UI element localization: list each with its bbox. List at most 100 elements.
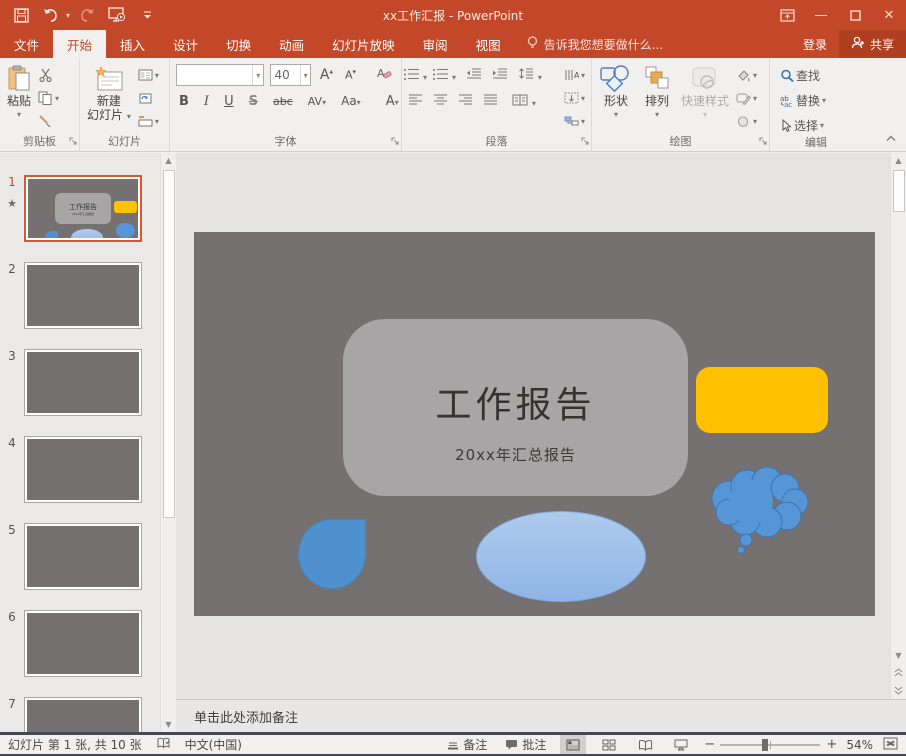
- thumbnail-slide-6[interactable]: 6: [0, 610, 160, 677]
- teardrop-shape[interactable]: [298, 519, 366, 589]
- underline-button[interactable]: U: [221, 94, 237, 109]
- zoom-slider[interactable]: − +: [704, 737, 836, 752]
- tell-me-box[interactable]: 告诉我您想要做什么...: [515, 30, 675, 58]
- title-placeholder[interactable]: 工作报告 20xx年汇总报告: [343, 319, 688, 496]
- tab-transitions[interactable]: 切换: [212, 30, 265, 58]
- next-slide-button[interactable]: [891, 681, 906, 699]
- text-direction-button[interactable]: A ▾: [562, 65, 587, 85]
- new-slide-button[interactable]: 新建 幻灯片 ▾: [82, 61, 136, 124]
- zoom-in-button[interactable]: +: [826, 737, 836, 752]
- thumbnail-image[interactable]: 工作报告 20xx年汇总报告: [24, 175, 142, 242]
- scroll-down-icon[interactable]: ▼: [161, 717, 177, 732]
- scrollbar-thumb[interactable]: [163, 170, 175, 518]
- paste-button[interactable]: 粘贴 ▾: [2, 61, 36, 122]
- text-shadow-button[interactable]: S: [246, 94, 261, 109]
- spellcheck-icon[interactable]: [156, 737, 171, 753]
- shape-fill-button[interactable]: ▾: [734, 65, 759, 85]
- tab-slideshow[interactable]: 幻灯片放映: [318, 30, 409, 58]
- maximize-icon[interactable]: [838, 0, 872, 30]
- tab-animations[interactable]: 动画: [265, 30, 318, 58]
- collapse-ribbon-icon[interactable]: [886, 131, 896, 145]
- copy-button[interactable]: ▾: [36, 88, 61, 108]
- change-case-button[interactable]: Aa▾: [338, 94, 364, 108]
- zoom-slider-thumb[interactable]: [762, 739, 768, 751]
- thumbnail-image[interactable]: [24, 349, 142, 416]
- align-right-button[interactable]: [458, 94, 473, 109]
- paragraph-dialog-launcher-icon[interactable]: [581, 134, 589, 148]
- zoom-percentage[interactable]: 54%: [846, 738, 873, 752]
- columns-button[interactable]: ▾: [512, 94, 536, 109]
- customize-qat-icon[interactable]: [134, 3, 160, 27]
- scrollbar-thumb[interactable]: [893, 170, 905, 212]
- tab-view[interactable]: 视图: [462, 30, 515, 58]
- slide-title[interactable]: 工作报告: [435, 376, 595, 428]
- drawing-dialog-launcher-icon[interactable]: [759, 134, 767, 148]
- ribbon-display-options-icon[interactable]: [770, 0, 804, 30]
- increase-indent-button[interactable]: [492, 68, 508, 83]
- tab-design[interactable]: 设计: [159, 30, 212, 58]
- language-indicator[interactable]: 中文(中国): [185, 736, 242, 753]
- thumbnail-image[interactable]: [24, 262, 142, 329]
- bullets-button[interactable]: ▾: [408, 68, 427, 83]
- canvas-scrollbar[interactable]: ▲ ▼: [890, 153, 906, 699]
- line-spacing-button[interactable]: ▾: [518, 68, 542, 83]
- undo-dropdown-icon[interactable]: ▾: [66, 11, 70, 20]
- scroll-up-icon[interactable]: ▲: [891, 153, 906, 168]
- tab-home[interactable]: 开始: [53, 30, 106, 58]
- slideshow-view-button[interactable]: [668, 735, 694, 754]
- slide-subtitle[interactable]: 20xx年汇总报告: [455, 444, 576, 465]
- font-dialog-launcher-icon[interactable]: [391, 134, 399, 148]
- align-left-button[interactable]: [408, 94, 423, 109]
- character-spacing-button[interactable]: AV▾: [305, 95, 329, 108]
- thumbnail-image[interactable]: [24, 523, 142, 590]
- previous-slide-button[interactable]: [891, 663, 906, 681]
- replace-button[interactable]: abac 替换 ▾: [778, 90, 860, 110]
- strikethrough-button[interactable]: abc: [270, 95, 296, 108]
- close-icon[interactable]: ✕: [872, 0, 906, 30]
- bold-button[interactable]: B: [176, 94, 192, 109]
- slide-editing-surface[interactable]: 工作报告 20xx年汇总报告: [194, 232, 875, 616]
- slide-sorter-view-button[interactable]: [596, 735, 622, 754]
- thumbnail-slide-4[interactable]: 4: [0, 436, 160, 503]
- font-color-button[interactable]: A▾: [383, 94, 402, 109]
- ellipse-shape[interactable]: [476, 511, 646, 602]
- font-name-dropdown-icon[interactable]: ▾: [252, 65, 263, 85]
- decrease-indent-button[interactable]: [466, 68, 482, 83]
- cut-button[interactable]: [36, 65, 61, 85]
- undo-icon[interactable]: [38, 3, 64, 27]
- format-painter-button[interactable]: [36, 111, 61, 131]
- cloud-callout-shape[interactable]: [699, 460, 817, 559]
- reading-view-button[interactable]: [632, 735, 658, 754]
- numbering-button[interactable]: ▾: [437, 68, 456, 83]
- thumbnail-scrollbar[interactable]: ▲ ▼: [160, 153, 176, 732]
- thumbnail-image[interactable]: [24, 697, 142, 732]
- align-center-button[interactable]: [433, 94, 448, 109]
- thumbnail-slide-1[interactable]: 1★ 工作报告 20xx年汇总报告: [0, 175, 160, 242]
- thumbnail-image[interactable]: [24, 436, 142, 503]
- start-from-beginning-icon[interactable]: [104, 3, 130, 27]
- reset-slide-button[interactable]: [136, 88, 161, 108]
- thumbnail-slide-7[interactable]: 7: [0, 697, 160, 732]
- tab-file[interactable]: 文件: [0, 30, 53, 58]
- shrink-font-button[interactable]: A▾: [342, 68, 359, 82]
- layout-button[interactable]: ▾: [136, 65, 161, 85]
- scroll-up-icon[interactable]: ▲: [161, 153, 177, 168]
- normal-view-button[interactable]: [560, 735, 586, 754]
- scroll-down-icon[interactable]: ▼: [891, 648, 906, 663]
- thumbnail-slide-5[interactable]: 5: [0, 523, 160, 590]
- comments-toggle-button[interactable]: 批注: [501, 735, 550, 754]
- shapes-button[interactable]: 形状 ▾: [594, 61, 638, 122]
- justify-button[interactable]: [483, 94, 498, 109]
- grow-font-button[interactable]: A▴: [317, 67, 336, 83]
- fit-to-window-button[interactable]: [883, 737, 898, 753]
- clipboard-dialog-launcher-icon[interactable]: [69, 134, 77, 148]
- font-size-combo[interactable]: ▾: [270, 64, 310, 86]
- slide-counter[interactable]: 幻灯片 第 1 张, 共 10 张: [8, 736, 142, 753]
- notes-pane[interactable]: 单击此处添加备注: [176, 699, 906, 732]
- yellow-rounded-rectangle-shape[interactable]: [696, 367, 828, 433]
- tab-review[interactable]: 审阅: [409, 30, 462, 58]
- select-button[interactable]: 选择 ▾: [778, 115, 860, 135]
- convert-smartart-button[interactable]: ▾: [562, 111, 587, 131]
- save-icon[interactable]: [8, 3, 34, 27]
- notes-toggle-button[interactable]: 备注: [443, 735, 491, 754]
